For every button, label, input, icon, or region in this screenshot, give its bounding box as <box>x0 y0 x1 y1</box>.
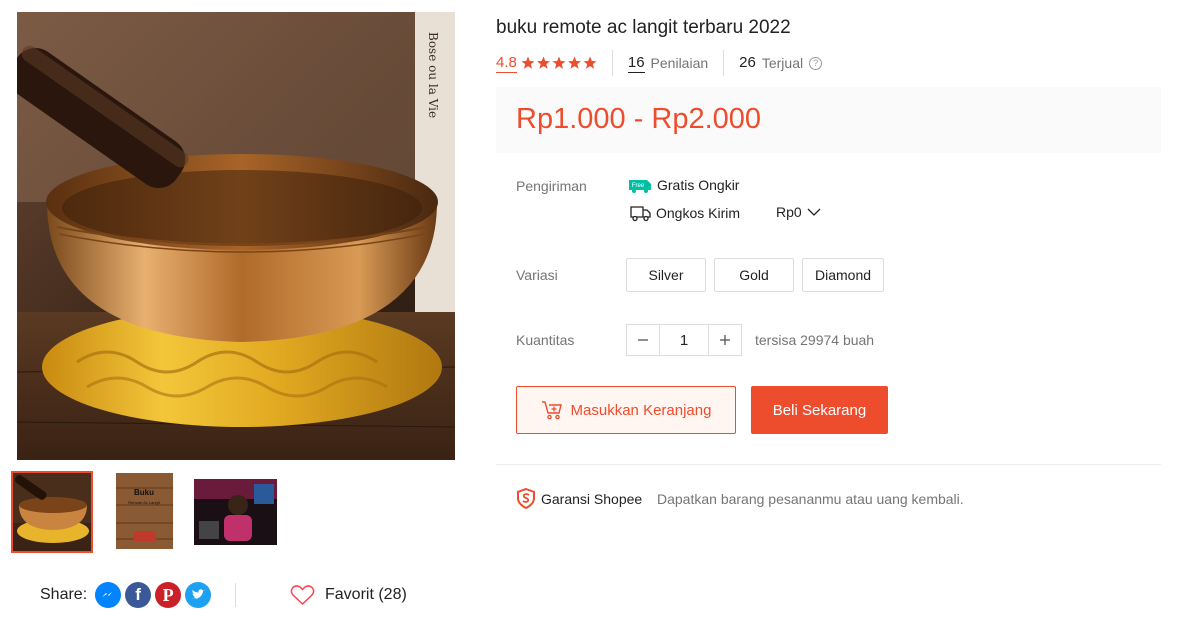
plus-icon <box>720 335 730 345</box>
star-icons <box>521 56 597 69</box>
singing-bowl-image: Bose ou la Vie <box>17 12 455 460</box>
rating-count[interactable]: 16 <box>627 54 645 73</box>
messenger-icon[interactable] <box>95 582 122 608</box>
sold-count: 26 <box>739 54 756 71</box>
variation-option-gold[interactable]: Gold <box>714 258 794 292</box>
variation-label: Variasi <box>516 267 558 283</box>
help-icon[interactable]: ? <box>809 56 823 70</box>
free-shipping-label: Gratis Ongkir <box>657 177 740 193</box>
product-main-image[interactable]: Bose ou la Vie <box>17 12 455 460</box>
facebook-icon[interactable]: f <box>125 582 152 608</box>
variation-option-silver[interactable]: Silver <box>626 258 706 292</box>
free-shipping-icon: Free <box>629 180 651 193</box>
shipping-label: Pengiriman <box>516 178 587 194</box>
shipping-cost-value: Rp0 <box>776 204 802 220</box>
share-label: Share: <box>40 586 88 603</box>
free-badge-text: Free <box>632 183 645 189</box>
guarantee-description: Dapatkan barang pesananmu atau uang kemb… <box>657 491 964 507</box>
shipping-cost-label: Ongkos Kirim <box>656 205 741 221</box>
section-divider <box>496 464 1161 465</box>
pinterest-icon[interactable]: P <box>155 582 182 608</box>
rating-value[interactable]: 4.8 <box>496 54 517 73</box>
free-shipping-line: Free Gratis Ongkir <box>627 177 739 193</box>
share-row: Share: f P <box>40 580 212 610</box>
quantity-stepper: 1 <box>626 324 742 356</box>
twitter-icon[interactable] <box>185 582 212 608</box>
cart-icon <box>541 401 562 420</box>
quantity-label: Kuantitas <box>516 332 575 348</box>
truck-icon <box>630 206 651 222</box>
chevron-down-icon <box>807 208 821 216</box>
guarantee-title: Garansi Shopee <box>541 490 643 507</box>
thumbnail-book-cover: Buku Remote Ac Langit <box>116 473 173 549</box>
rating-divider <box>611 50 613 76</box>
favorite-label: Favorit (28) <box>325 586 407 603</box>
thumbnail-book-title: Buku <box>134 488 154 497</box>
rating-stars <box>521 56 597 70</box>
rating-count-label: Penilaian <box>650 55 709 71</box>
product-title: buku remote ac langit terbaru 2022 <box>496 17 791 38</box>
price-box: Rp1.000 - Rp2.000 <box>496 87 1161 153</box>
minus-icon <box>638 339 648 341</box>
favorite-button[interactable]: Favorit (28) <box>290 582 407 608</box>
add-to-cart-label: Masukkan Keranjang <box>570 401 712 419</box>
buy-now-button[interactable]: Beli Sekarang <box>751 386 888 434</box>
thumbnail-3[interactable] <box>194 479 277 545</box>
thumbnail-bowl-image <box>13 473 91 551</box>
variation-option-diamond[interactable]: Diamond <box>802 258 884 292</box>
sold-label: Terjual <box>761 55 804 71</box>
shield-icon <box>517 488 535 509</box>
guarantee-row[interactable]: Garansi Shopee <box>516 488 642 509</box>
side-book-text: Bose ou la Vie <box>426 32 440 118</box>
heart-icon <box>290 585 315 606</box>
thumbnail-video-still <box>194 479 277 545</box>
add-to-cart-button[interactable]: Masukkan Keranjang <box>516 386 736 434</box>
quantity-input[interactable]: 1 <box>659 325 709 355</box>
share-divider <box>235 583 236 607</box>
rating-row: 4.8 16 Penilaian 26 Terjual ? <box>496 50 823 76</box>
thumbnail-2[interactable]: Buku Remote Ac Langit <box>116 473 173 549</box>
stock-text: tersisa 29974 buah <box>755 332 875 348</box>
quantity-increase-button[interactable] <box>709 325 741 355</box>
shipping-cost-dropdown[interactable]: Rp0 <box>776 204 821 220</box>
thumbnail-1[interactable] <box>11 471 93 553</box>
shipping-cost-line: Ongkos Kirim <box>630 204 740 222</box>
product-price: Rp1.000 - Rp2.000 <box>516 103 762 135</box>
quantity-decrease-button[interactable] <box>627 325 659 355</box>
thumbnail-book-subtitle: Remote Ac Langit <box>128 500 160 505</box>
sold-divider <box>723 50 725 76</box>
